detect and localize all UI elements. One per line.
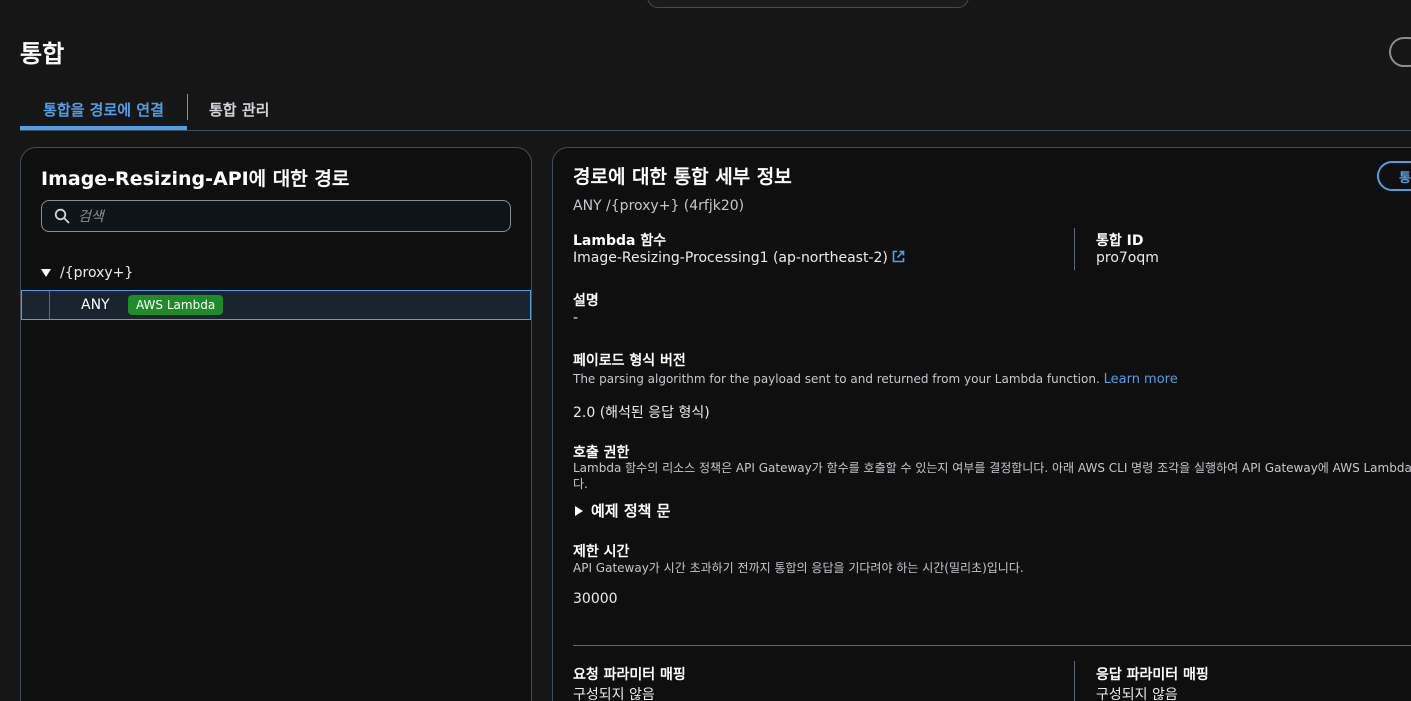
tab-manage-integrations[interactable]: 통합 관리: [209, 88, 269, 130]
timeout-label: 제한 시간: [573, 544, 630, 560]
lambda-function-value: Image-Resizing-Processing1 (ap-northeast…: [573, 250, 905, 266]
details-action-button[interactable]: 통: [1377, 161, 1411, 191]
route-tree-root[interactable]: /{proxy+}: [41, 265, 133, 281]
learn-more-link[interactable]: Learn more: [1104, 372, 1178, 387]
routes-panel-title: Image-Resizing-API에 대한 경로: [41, 168, 350, 190]
details-panel-title: 경로에 대한 통합 세부 정보: [573, 166, 792, 188]
example-policy-label: 예제 정책 문: [591, 502, 671, 520]
external-link-icon[interactable]: [892, 250, 905, 263]
description-value: -: [573, 310, 579, 326]
description-label: 설명: [573, 293, 599, 309]
route-row-any[interactable]: ANY AWS Lambda: [21, 290, 531, 320]
payload-format-label: 페이로드 형식 버전: [573, 353, 686, 369]
tab-divider: [187, 94, 188, 120]
column-divider-lower: [1074, 661, 1075, 701]
integration-details-panel: 경로에 대한 통합 세부 정보 통 ANY /{proxy+} (4rfjk20…: [552, 147, 1411, 701]
caret-down-icon[interactable]: [41, 269, 51, 277]
route-method: ANY: [81, 297, 110, 313]
integration-badge: AWS Lambda: [128, 295, 224, 315]
tab-attach-integration[interactable]: 통합을 경로에 연결: [20, 88, 187, 130]
response-mapping-value: 구성되지 않음: [1096, 687, 1178, 701]
payload-format-description: The parsing algorithm for the payload se…: [573, 371, 1178, 388]
integration-id-label: 통합 ID: [1096, 233, 1144, 249]
root-path-label: /{proxy+}: [60, 265, 134, 281]
payload-format-description-text: The parsing algorithm for the payload se…: [573, 372, 1100, 386]
integration-id-value: pro7oqm: [1096, 250, 1159, 266]
request-mapping-value: 구성되지 않음: [573, 687, 655, 701]
request-mapping-label: 요청 파라미터 매핑: [573, 667, 686, 683]
invoke-permission-label: 호출 권한: [573, 445, 630, 461]
timeout-value: 30000: [573, 591, 618, 607]
example-policy-expander[interactable]: 예제 정책 문: [575, 500, 670, 521]
response-mapping-label: 응답 파라미터 매핑: [1096, 667, 1209, 683]
invoke-permission-description: Lambda 함수의 리소스 정책은 API Gateway가 함수를 호출할 …: [573, 461, 1411, 475]
info-toggle-button[interactable]: [1389, 37, 1411, 67]
invoke-permission-description-cont: 다.: [573, 477, 588, 491]
lambda-function-label: Lambda 함수: [573, 233, 667, 249]
page-title: 통합: [20, 40, 65, 68]
route-summary: ANY /{proxy+} (4rfjk20): [573, 198, 745, 214]
payload-format-value: 2.0 (해석된 응답 형식): [573, 405, 710, 421]
column-divider: [1074, 228, 1075, 270]
search-input[interactable]: [78, 206, 498, 228]
caret-right-icon: [575, 505, 583, 516]
tree-guide-line: [49, 291, 50, 319]
lambda-function-link[interactable]: Image-Resizing-Processing1 (ap-northeast…: [573, 250, 888, 266]
routes-panel: Image-Resizing-API에 대한 경로 /{proxy+} ANY …: [20, 147, 532, 701]
section-divider: [573, 645, 1411, 646]
tab-bar: 통합을 경로에 연결 통합 관리: [20, 88, 1411, 131]
timeout-description: API Gateway가 시간 초과하기 전까지 통합의 응답을 기다려야 하는…: [573, 561, 1024, 575]
route-search[interactable]: [41, 200, 511, 232]
top-search-bar[interactable]: [647, 0, 969, 8]
search-icon: [54, 208, 70, 224]
